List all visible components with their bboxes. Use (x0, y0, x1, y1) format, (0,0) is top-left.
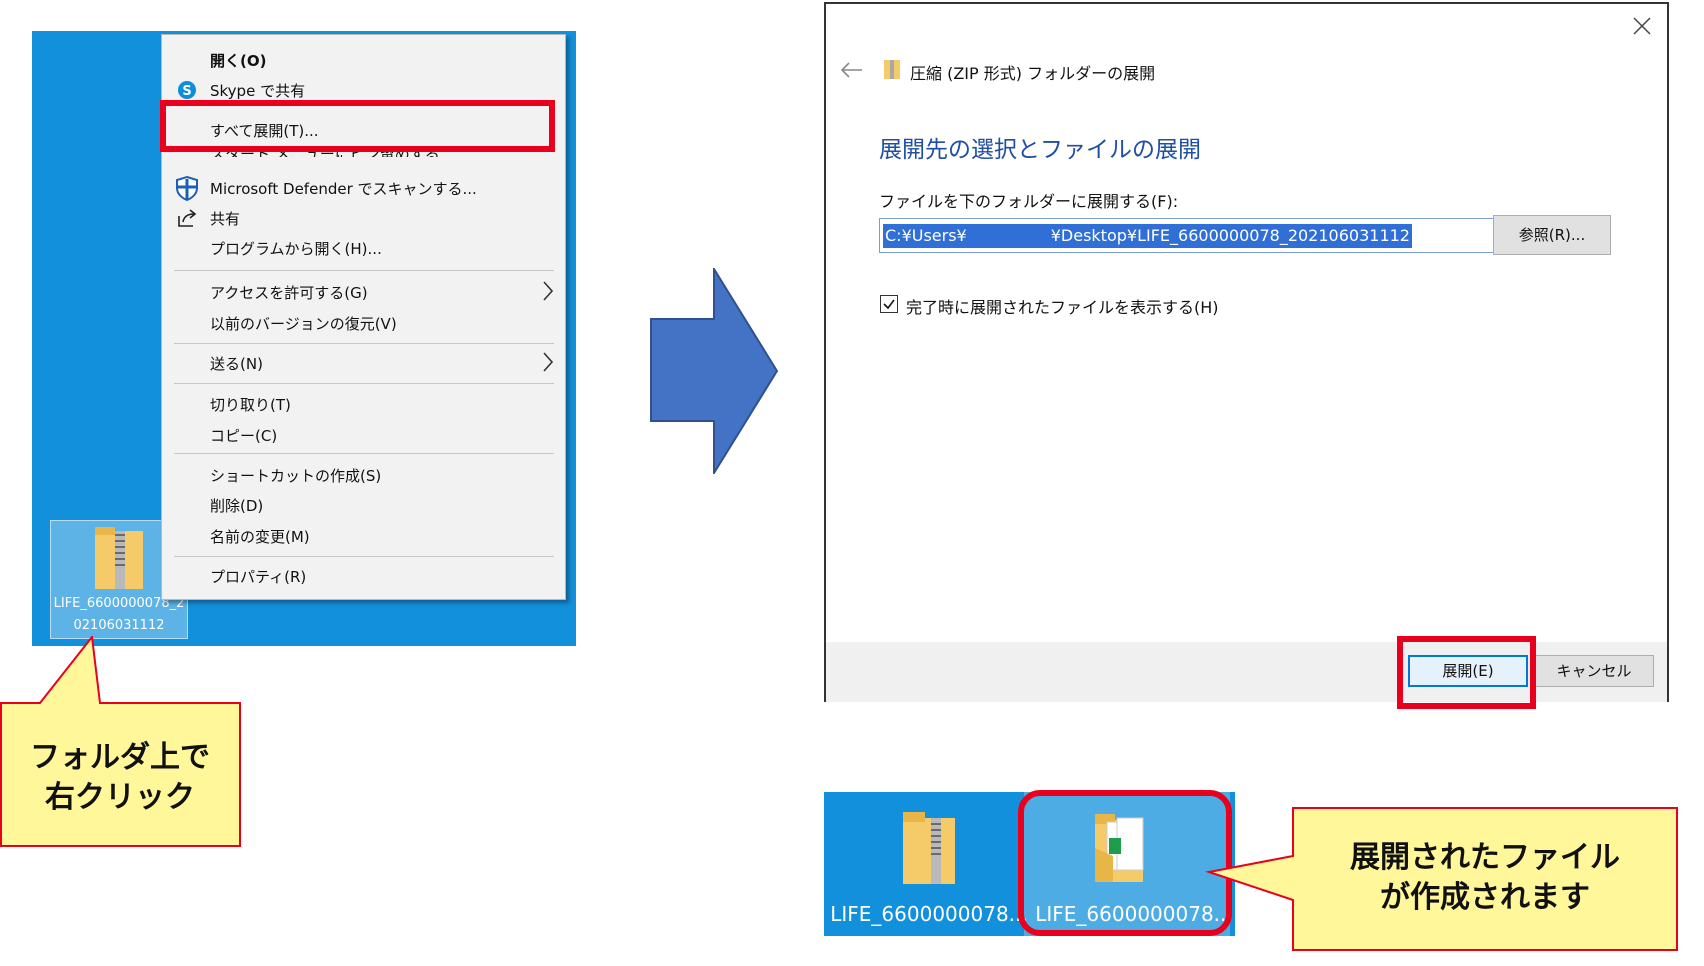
callout-right-line1: 展開されたファイル (1350, 840, 1620, 875)
menu-item-label: Skype で共有 (210, 82, 306, 100)
menu-item-create-shortcut[interactable]: ショートカットの作成(S) (162, 461, 565, 489)
menu-item-share[interactable]: 共有 (162, 204, 565, 232)
menu-item-rename[interactable]: 名前の変更(M) (162, 522, 565, 550)
path-prefix: C:¥Users¥ (885, 226, 967, 245)
svg-text:S: S (182, 84, 191, 99)
menu-item-label: 送る(N) (210, 355, 263, 373)
menu-separator (174, 343, 554, 344)
path-suffix: ¥Desktop¥LIFE_6600000078_202106031112 (1050, 226, 1410, 245)
extracted-folder-highlight-box (1018, 790, 1232, 936)
menu-item-label: ショートカットの作成(S) (210, 467, 382, 485)
menu-item-label: コピー(C) (210, 427, 278, 445)
menu-item-label: プログラムから開く(H)... (210, 240, 382, 258)
menu-item-label: 切り取り(T) (210, 396, 291, 414)
menu-item-grant-access[interactable]: アクセスを許可する(G) (162, 278, 565, 306)
path-selection: C:¥Users¥ ¥Desktop¥LIFE_6600000078_202106… (883, 224, 1412, 248)
chevron-right-icon (543, 281, 554, 301)
destination-path-input[interactable]: C:¥Users¥ ¥Desktop¥LIFE_6600000078_202106… (879, 218, 1500, 253)
extract-zip-dialog: 圧縮 (ZIP 形式) フォルダーの展開 展開先の選択とファイルの展開 ファイル… (824, 2, 1669, 702)
menu-item-defender-scan[interactable]: Microsoft Defender でスキャンする... (162, 174, 565, 202)
menu-item-restore-versions[interactable]: 以前のバージョンの復元(V) (162, 309, 565, 337)
menu-separator (174, 383, 554, 384)
zip-folder-icon[interactable] (901, 810, 957, 886)
menu-item-label: 削除(D) (210, 497, 264, 515)
menu-separator (174, 270, 554, 271)
zip-folder-icon (95, 527, 143, 589)
extract-button-highlight-box (1397, 636, 1536, 709)
cancel-button[interactable]: キャンセル (1534, 655, 1654, 687)
menu-item-open[interactable]: 開く(O) (162, 46, 565, 74)
extract-all-highlight-box (160, 100, 555, 152)
menu-item-label: Microsoft Defender でスキャンする... (210, 180, 477, 198)
dialog-title: 圧縮 (ZIP 形式) フォルダーの展開 (910, 64, 1156, 83)
big-right-arrow (650, 268, 778, 474)
callout-right-text: 展開されたファイル が作成されます (1293, 838, 1677, 918)
chevron-right-icon (543, 352, 554, 372)
dialog-heading: 展開先の選択とファイルの展開 (879, 137, 1201, 163)
menu-item-label: 共有 (210, 210, 241, 228)
callout-left-line1: フォルダ上で (30, 740, 210, 775)
menu-item-label: 名前の変更(M) (210, 528, 310, 546)
menu-separator (174, 556, 554, 557)
zip-folder-small-icon (884, 60, 900, 79)
redacted-username (966, 226, 1051, 247)
menu-item-delete[interactable]: 削除(D) (162, 491, 565, 519)
callout-right-line2: が作成されます (1380, 880, 1590, 915)
menu-item-label: 開く(O) (210, 52, 267, 70)
skype-icon: S (178, 81, 196, 99)
zip-file-label: LIFE_6600000078... (830, 902, 1028, 926)
menu-item-copy[interactable]: コピー(C) (162, 421, 565, 449)
menu-item-properties[interactable]: プロパティ(R) (162, 562, 565, 590)
defender-shield-icon (176, 175, 198, 201)
menu-item-cut[interactable]: 切り取り(T) (162, 390, 565, 418)
show-files-label: 完了時に展開されたファイルを表示する(H) (906, 298, 1219, 317)
checkmark-icon (883, 299, 895, 310)
callout-left-text: フォルダ上で 右クリック (0, 738, 240, 818)
share-icon (178, 209, 197, 227)
destination-label: ファイルを下のフォルダーに展開する(F): (879, 192, 1179, 211)
show-files-checkbox[interactable] (880, 295, 898, 313)
menu-item-label: プロパティ(R) (210, 568, 307, 586)
menu-item-open-with[interactable]: プログラムから開く(H)... (162, 234, 565, 262)
menu-separator (174, 453, 554, 454)
menu-item-label: アクセスを許可する(G) (210, 284, 368, 302)
browse-button[interactable]: 参照(R)... (1493, 215, 1611, 255)
menu-item-label: 以前のバージョンの復元(V) (210, 315, 397, 333)
menu-item-send-to[interactable]: 送る(N) (162, 349, 565, 377)
callout-left-line2: 右クリック (45, 780, 195, 815)
back-arrow-icon[interactable] (838, 60, 864, 80)
close-icon[interactable] (1630, 14, 1654, 38)
